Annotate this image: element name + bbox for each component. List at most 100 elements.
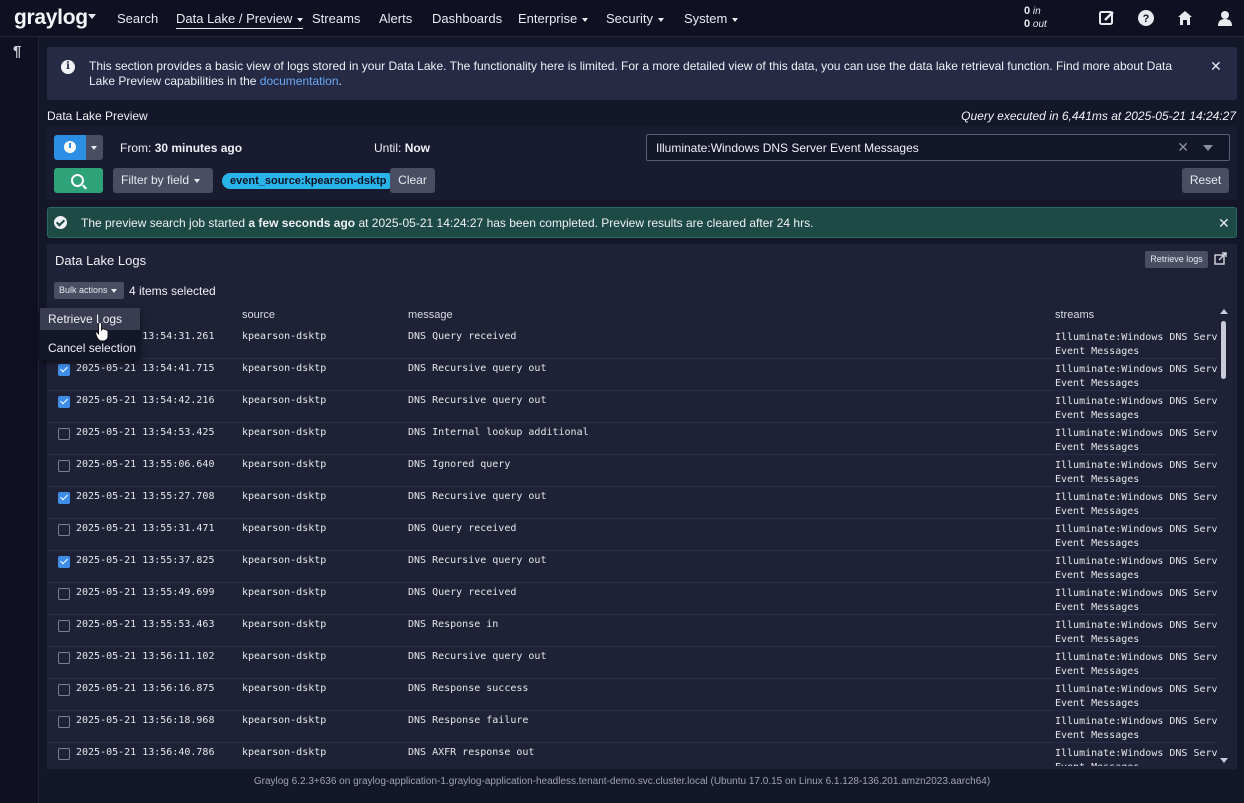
hand-cursor-icon — [95, 322, 109, 342]
retrieve-logs-button[interactable]: Retrieve logs — [1145, 251, 1208, 268]
clear-button[interactable]: Clear — [390, 168, 435, 193]
graylog-logo[interactable]: graylog — [14, 6, 88, 30]
scrollbar-thumb[interactable] — [1221, 321, 1226, 379]
row-checkbox[interactable] — [58, 492, 70, 504]
cell-timestamp: 2025-05-21 13:56:11.102 — [76, 651, 215, 662]
cell-streams: Illuminate:Windows DNS ServerEvent Messa… — [1055, 652, 1217, 677]
reset-button[interactable]: Reset — [1182, 168, 1229, 193]
range-until[interactable]: Until: Now — [374, 141, 430, 155]
cell-message: DNS Recursive query out — [408, 395, 547, 406]
table-row[interactable]: 2025-05-21 13:56:18.968 kpearson-dsktp D… — [47, 710, 1217, 743]
cell-streams: Illuminate:Windows DNS ServerEvent Messa… — [1055, 748, 1217, 766]
external-link-icon[interactable] — [1214, 252, 1227, 265]
nav-enterprise[interactable]: Enterprise — [518, 11, 589, 26]
row-checkbox[interactable] — [58, 652, 70, 664]
pilcrow-icon[interactable]: ¶ — [13, 43, 21, 60]
row-checkbox[interactable] — [58, 684, 70, 696]
table-row[interactable]: 2025-05-21 13:55:31.471 kpearson-dsktp D… — [47, 518, 1217, 551]
menu-item-retrieve-logs[interactable]: Retrieve Logs — [40, 308, 140, 330]
row-checkbox[interactable] — [58, 588, 70, 600]
scroll-up-icon[interactable] — [1220, 309, 1228, 314]
clear-selection-icon[interactable]: ✕ — [1177, 139, 1189, 156]
chevron-down-icon[interactable] — [1203, 145, 1213, 151]
row-checkbox[interactable] — [58, 428, 70, 440]
cell-message: DNS Response in — [408, 619, 499, 630]
cell-source: kpearson-dsktp — [242, 491, 327, 502]
nav-streams[interactable]: Streams — [312, 11, 360, 26]
cell-source: kpearson-dsktp — [242, 523, 327, 534]
throughput-indicator[interactable]: 0 in 0 out — [1024, 5, 1047, 31]
top-navbar: graylog Search Data Lake / Preview Strea… — [0, 0, 1244, 37]
nav-dashboards[interactable]: Dashboards — [432, 11, 502, 26]
stream-select[interactable]: Illuminate:Windows DNS Server Event Mess… — [646, 134, 1230, 161]
nav-alerts[interactable]: Alerts — [379, 11, 412, 26]
table-row[interactable]: 2025-05-21 13:56:11.102 kpearson-dsktp D… — [47, 646, 1217, 679]
row-checkbox[interactable] — [58, 556, 70, 568]
table-row[interactable]: 2025-05-21 13:54:42.216 kpearson-dsktp D… — [47, 390, 1217, 423]
filter-chip[interactable]: event_source:kpearson-dsktp — [222, 173, 395, 189]
row-checkbox[interactable] — [58, 396, 70, 408]
table-row[interactable]: 2025-05-21 13:55:49.699 kpearson-dsktp D… — [47, 582, 1217, 615]
bulk-actions-menu: Retrieve Logs Cancel selection — [40, 308, 140, 360]
table-row[interactable]: 2025-05-21 13:55:53.463 kpearson-dsktp D… — [47, 614, 1217, 647]
logo-caret-icon[interactable] — [88, 14, 96, 19]
row-checkbox[interactable] — [58, 716, 70, 728]
info-icon: i — [61, 60, 75, 74]
menu-item-cancel-selection[interactable]: Cancel selection — [40, 337, 140, 359]
filter-by-field-button[interactable]: Filter by field — [113, 168, 213, 193]
nav-security[interactable]: Security — [606, 11, 664, 26]
stream-select-value: Illuminate:Windows DNS Server Event Mess… — [656, 141, 919, 155]
cell-source: kpearson-dsktp — [242, 651, 327, 662]
table-row[interactable]: 2025-05-21 13:54:41.715 kpearson-dsktp D… — [47, 358, 1217, 391]
cell-timestamp: 2025-05-21 13:54:53.425 — [76, 427, 215, 438]
nav-search[interactable]: Search — [117, 11, 158, 26]
nav-system[interactable]: System — [684, 11, 739, 26]
documentation-link[interactable]: documentation — [260, 74, 339, 88]
help-icon[interactable]: ? — [1137, 9, 1155, 27]
bulk-actions-button[interactable]: Bulk actions — [54, 282, 124, 299]
cell-timestamp: 2025-05-21 13:55:53.463 — [76, 619, 215, 630]
search-button[interactable] — [54, 168, 103, 193]
cell-source: kpearson-dsktp — [242, 427, 327, 438]
cell-source: kpearson-dsktp — [242, 459, 327, 470]
cell-timestamp: 2025-05-21 13:54:41.715 — [76, 363, 215, 374]
column-header-message[interactable]: message — [408, 309, 453, 321]
table-row[interactable]: 2025-05-21 13:54:53.425 kpearson-dsktp D… — [47, 422, 1217, 455]
search-icon — [71, 174, 84, 187]
cell-message: DNS Query received — [408, 523, 517, 534]
table-row[interactable]: 2025-05-21 13:56:16.875 kpearson-dsktp D… — [47, 678, 1217, 711]
cell-streams: Illuminate:Windows DNS ServerEvent Messa… — [1055, 396, 1217, 421]
cell-message: DNS Recursive query out — [408, 555, 547, 566]
column-header-source[interactable]: source — [242, 309, 275, 321]
row-checkbox[interactable] — [58, 748, 70, 760]
range-from[interactable]: From: 30 minutes ago — [120, 141, 242, 155]
cell-source: kpearson-dsktp — [242, 715, 327, 726]
time-range-button[interactable] — [54, 135, 86, 160]
table-row[interactable]: 2025-05-21 13:56:40.786 kpearson-dsktp D… — [47, 742, 1217, 766]
column-header-streams[interactable]: streams — [1055, 309, 1094, 321]
nav-data-lake-preview[interactable]: Data Lake / Preview — [176, 11, 304, 29]
user-icon[interactable] — [1216, 9, 1234, 27]
cell-source: kpearson-dsktp — [242, 587, 327, 598]
row-checkbox[interactable] — [58, 364, 70, 376]
footer-version: Graylog 6.2.3+636 on graylog-application… — [253, 776, 991, 787]
table-scrollbar[interactable] — [1219, 309, 1228, 767]
cell-source: kpearson-dsktp — [242, 331, 327, 342]
cell-message: DNS Internal lookup additional — [408, 427, 589, 438]
close-icon[interactable]: ✕ — [1218, 215, 1230, 232]
cell-timestamp: 2025-05-21 13:56:40.786 — [76, 747, 215, 758]
row-checkbox[interactable] — [58, 524, 70, 536]
scroll-down-icon[interactable] — [1220, 758, 1228, 763]
home-icon[interactable] — [1176, 9, 1194, 27]
row-checkbox[interactable] — [58, 620, 70, 632]
table-row[interactable]: 2025-05-21 13:54:31.261 kpearson-dsktp D… — [47, 326, 1217, 359]
close-icon[interactable]: ✕ — [1210, 58, 1222, 75]
info-banner-text: This section provides a basic view of lo… — [89, 59, 1173, 88]
cell-timestamp: 2025-05-21 13:55:27.708 — [76, 491, 215, 502]
table-row[interactable]: 2025-05-21 13:55:37.825 kpearson-dsktp D… — [47, 550, 1217, 583]
row-checkbox[interactable] — [58, 460, 70, 472]
table-row[interactable]: 2025-05-21 13:55:27.708 kpearson-dsktp D… — [47, 486, 1217, 519]
table-row[interactable]: 2025-05-21 13:55:06.640 kpearson-dsktp D… — [47, 454, 1217, 487]
edit-icon[interactable] — [1098, 9, 1116, 27]
time-range-dropdown-button[interactable] — [86, 135, 103, 160]
